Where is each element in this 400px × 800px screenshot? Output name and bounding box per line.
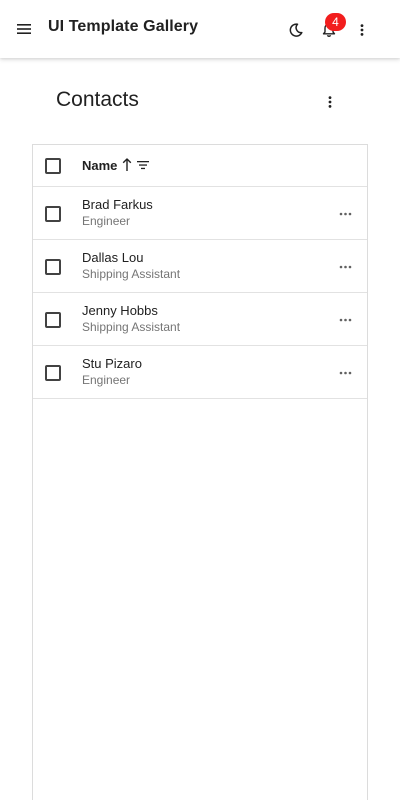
contact-role: Engineer [82, 373, 131, 387]
column-header-name[interactable]: Name [82, 158, 117, 173]
row-actions-button[interactable] [335, 310, 355, 330]
more-horiz-icon [339, 265, 351, 269]
table-row[interactable]: Stu Pizaro Engineer [33, 346, 367, 399]
notification-count-badge: 4 [325, 13, 346, 31]
contact-role: Shipping Assistant [82, 267, 181, 281]
app-title: UI Template Gallery [48, 18, 199, 35]
more-options-button[interactable] [346, 14, 378, 46]
row-checkbox[interactable] [45, 312, 61, 328]
contacts-table: Name Brad Farkus Engineer Dallas Lou Shi… [32, 144, 368, 800]
more-horiz-icon [339, 318, 351, 322]
row-checkbox[interactable] [45, 259, 61, 275]
row-actions-button[interactable] [335, 204, 355, 224]
more-horiz-icon [339, 212, 351, 216]
contact-role: Engineer [82, 214, 131, 228]
moon-icon [289, 23, 303, 37]
app-bar: UI Template Gallery 4 [0, 0, 400, 58]
more-vert-icon [360, 24, 364, 36]
theme-toggle-button[interactable] [280, 14, 312, 46]
table-header: Name [33, 145, 367, 187]
row-actions-button[interactable] [335, 363, 355, 383]
contacts-more-button[interactable] [314, 86, 346, 118]
table-row[interactable]: Jenny Hobbs Shipping Assistant [33, 293, 367, 346]
table-row[interactable]: Brad Farkus Engineer [33, 187, 367, 240]
more-vert-icon [328, 96, 332, 108]
contact-role: Shipping Assistant [82, 320, 181, 334]
contact-name: Brad Farkus [82, 197, 153, 212]
contact-name: Stu Pizaro [82, 356, 142, 371]
select-all-checkbox[interactable] [45, 158, 61, 174]
filter-icon[interactable] [136, 158, 150, 172]
sort-ascending-icon[interactable] [121, 157, 133, 173]
contact-name: Jenny Hobbs [82, 303, 158, 318]
row-checkbox[interactable] [45, 365, 61, 381]
more-horiz-icon [339, 371, 351, 375]
menu-button[interactable] [8, 13, 40, 45]
menu-icon [17, 24, 31, 34]
table-row[interactable]: Dallas Lou Shipping Assistant [33, 240, 367, 293]
row-checkbox[interactable] [45, 206, 61, 222]
page-title: Contacts [56, 88, 139, 111]
row-actions-button[interactable] [335, 257, 355, 277]
contact-name: Dallas Lou [82, 250, 144, 265]
